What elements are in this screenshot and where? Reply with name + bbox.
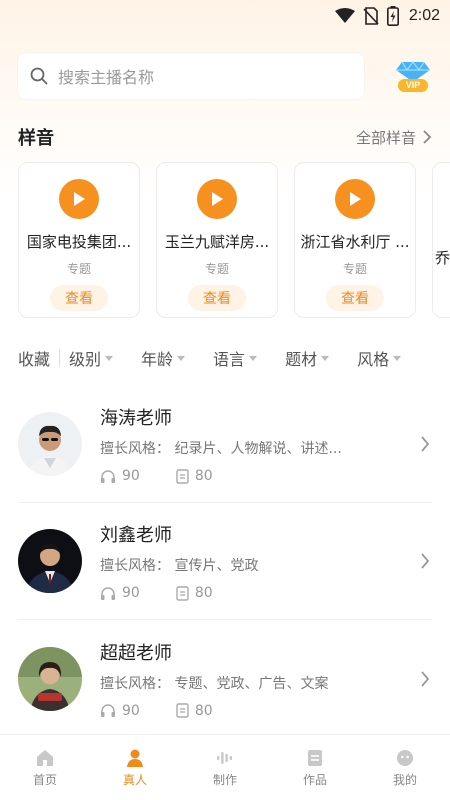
teacher-row[interactable]: 海涛老师 擅长风格： 纪录片、人物解说、讲述... 90 80	[18, 386, 432, 503]
sample-card[interactable]: 玉兰九赋洋房... 专题 查看	[156, 162, 278, 318]
nav-home[interactable]: 首页	[0, 735, 90, 800]
filter-age-label: 年龄	[141, 350, 174, 369]
headphones-icon	[101, 586, 115, 600]
status-bar: 2:02	[0, 0, 450, 32]
filter-favorites[interactable]: 收藏	[18, 346, 50, 370]
play-icon[interactable]	[59, 179, 99, 219]
sample-card[interactable]: 国家电投集团... 专题 查看	[18, 162, 140, 318]
headphones-icon	[101, 704, 115, 717]
view-button[interactable]: 查看	[50, 285, 108, 311]
teacher-name: 超超老师	[100, 642, 172, 664]
teacher-style: 擅长风格： 宣传片、党政	[100, 558, 259, 574]
play-count: 90	[122, 585, 140, 601]
profile-icon	[397, 749, 413, 766]
vip-badge[interactable]: VIP	[394, 58, 432, 94]
caret-down-icon	[177, 355, 186, 361]
teacher-style: 擅长风格： 专题、党政、广告、文案	[100, 675, 329, 692]
caret-down-icon	[393, 355, 402, 361]
avatar	[18, 529, 82, 593]
teacher-row[interactable]: 刘鑫老师 擅长风格： 宣传片、党政 90 80	[18, 503, 432, 620]
battery-charging-icon	[386, 6, 399, 26]
avatar	[18, 412, 82, 476]
sample-card-tag: 专题	[342, 262, 367, 276]
filter-level-label: 级别	[69, 350, 102, 369]
chevron-right-icon	[421, 670, 430, 687]
sample-card-title: 浙江省水利厅 ...	[300, 233, 410, 251]
play-icon[interactable]	[197, 179, 237, 219]
chevron-right-icon	[421, 436, 430, 452]
document-icon	[176, 468, 189, 484]
status-time: 2:02	[408, 7, 440, 24]
nav-person[interactable]: 真人	[90, 735, 180, 800]
samples-title: 样音	[18, 128, 54, 149]
caret-down-icon	[321, 355, 330, 361]
caret-down-icon	[249, 355, 258, 361]
all-samples-label: 全部样音	[355, 128, 416, 147]
bottom-nav: 首页 真人 制作 作品 我的	[0, 734, 450, 800]
filter-bar: 收藏 级别 年龄 语言 题材 风格	[0, 330, 450, 386]
nav-home-label: 首页	[32, 772, 57, 787]
teacher-row[interactable]: 超超老师 擅长风格： 专题、党政、广告、文案 90 80	[18, 620, 432, 737]
filter-language[interactable]: 语言	[213, 346, 258, 370]
nav-mine-label: 我的	[392, 772, 417, 787]
filter-level[interactable]: 级别	[69, 346, 114, 370]
filter-style-label: 风格	[357, 350, 390, 369]
sample-card[interactable]: 浙江省水利厅 ... 专题 查看	[294, 162, 416, 318]
vip-label: VIP	[405, 80, 421, 90]
home-icon	[37, 749, 53, 766]
caret-down-icon	[105, 355, 114, 361]
filter-style[interactable]: 风格	[357, 346, 402, 370]
sample-cards: 国家电投集团... 专题 查看 玉兰九赋洋房... 专题 查看 浙江省水利厅 .…	[0, 156, 450, 322]
filter-age[interactable]: 年龄	[141, 346, 186, 370]
avatar	[18, 646, 82, 711]
chevron-right-icon	[421, 553, 430, 569]
nav-mine[interactable]: 我的	[360, 735, 450, 800]
person-icon	[127, 749, 143, 767]
samples-header: 样音 全部样音	[0, 118, 450, 156]
document-icon	[176, 585, 189, 601]
nav-works[interactable]: 作品	[270, 735, 360, 800]
nav-produce[interactable]: 制作	[180, 735, 270, 800]
play-count: 90	[122, 468, 140, 484]
chevron-right-icon	[423, 130, 432, 144]
search-input[interactable]: 搜索主播名称	[18, 53, 364, 99]
no-sim-icon	[363, 7, 379, 25]
play-icon[interactable]	[335, 179, 375, 219]
works-count: 80	[194, 585, 213, 601]
works-count: 80	[194, 702, 213, 719]
headphones-icon	[101, 469, 115, 483]
sample-card-title: 乔	[435, 249, 450, 267]
filter-language-label: 语言	[213, 350, 246, 369]
view-button[interactable]: 查看	[326, 285, 384, 311]
sample-card-partial[interactable]: 乔	[432, 162, 450, 318]
nav-works-label: 作品	[302, 772, 327, 787]
works-count: 80	[194, 468, 213, 484]
document-icon	[176, 703, 189, 718]
teacher-style: 擅长风格： 纪录片、人物解说、讲述...	[100, 441, 342, 457]
teacher-list: 海涛老师 擅长风格： 纪录片、人物解说、讲述... 90 80 刘鑫老师 擅长风…	[0, 386, 450, 737]
filter-divider	[59, 349, 61, 367]
sample-card-tag: 专题	[204, 262, 229, 276]
teacher-name: 刘鑫老师	[100, 525, 172, 546]
sample-card-tag: 专题	[66, 262, 91, 276]
nav-produce-label: 制作	[212, 772, 237, 787]
view-button[interactable]: 查看	[188, 285, 246, 311]
nav-person-label: 真人	[122, 772, 147, 787]
teacher-name: 海涛老师	[100, 408, 172, 429]
document-icon	[308, 749, 322, 766]
wifi-icon	[334, 8, 355, 23]
filter-topic-label: 题材	[285, 350, 318, 369]
play-count: 90	[122, 702, 140, 719]
sample-card-title: 玉兰九赋洋房...	[164, 233, 270, 251]
search-placeholder: 搜索主播名称	[58, 68, 155, 87]
all-samples-link[interactable]: 全部样音	[356, 127, 432, 148]
search-icon	[30, 67, 48, 85]
waveform-icon	[217, 751, 232, 764]
filter-topic[interactable]: 题材	[285, 346, 330, 370]
sample-card-title: 国家电投集团...	[26, 233, 132, 251]
